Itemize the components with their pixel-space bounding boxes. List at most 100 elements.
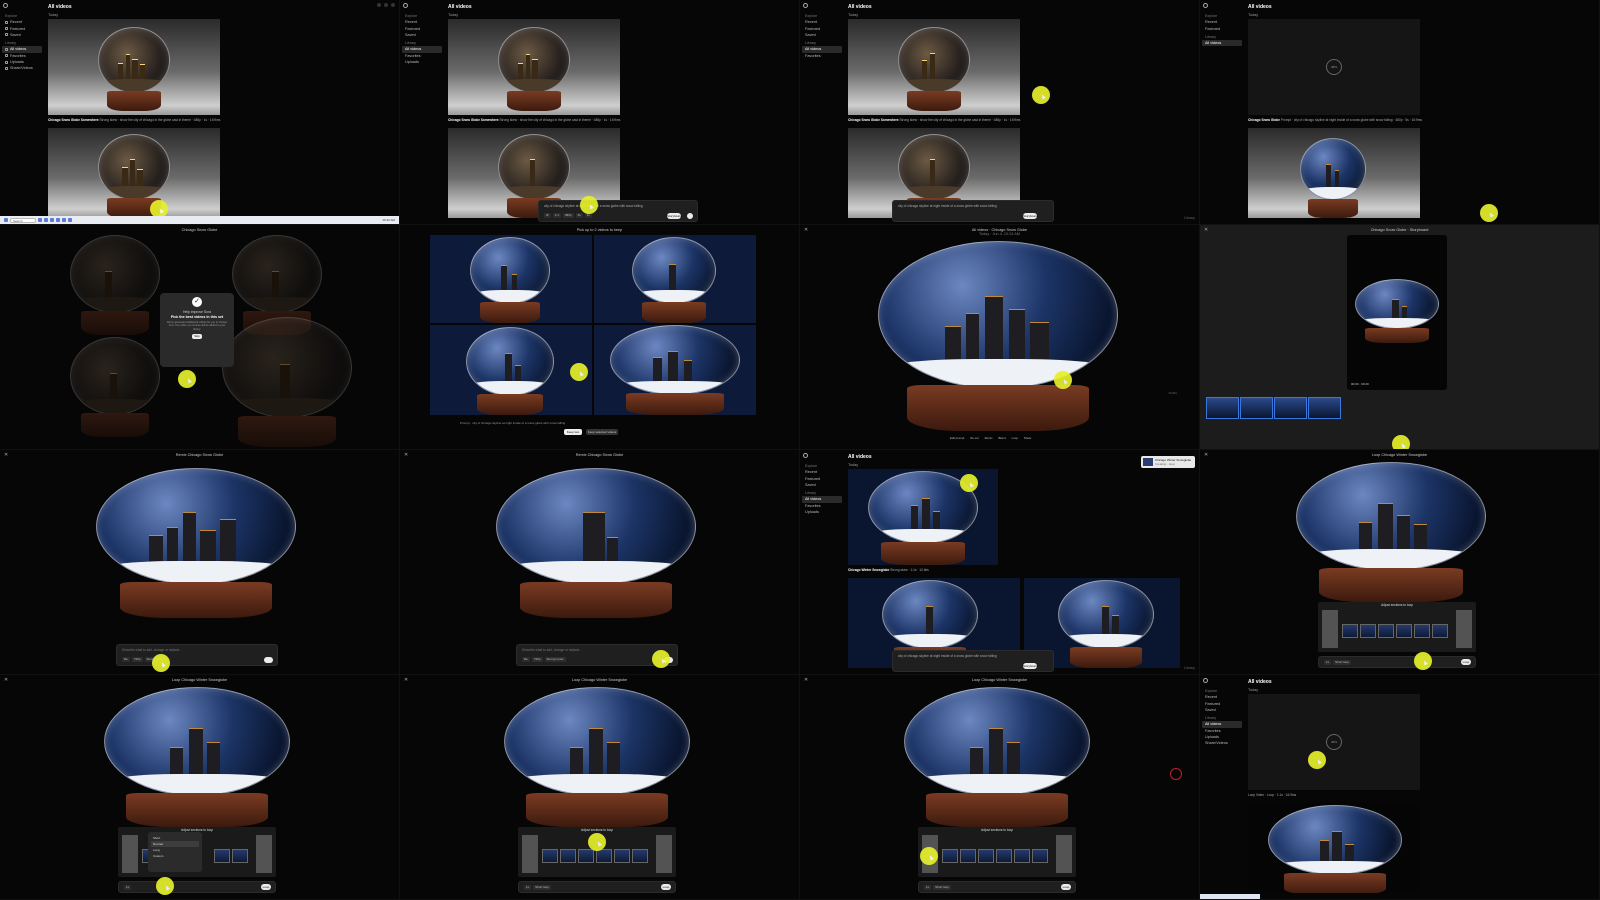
sidebar-item-featured[interactable]: Featured xyxy=(2,25,42,31)
keep-selected-button[interactable]: Keep selected videos xyxy=(586,429,618,435)
storyboard-button[interactable]: Storyboard xyxy=(1023,213,1038,219)
remix-composer[interactable]: Describe what to add, change or replace.… xyxy=(116,644,278,666)
sidebar-item-favorites[interactable]: Favorites xyxy=(802,503,842,509)
loop-end-handle[interactable] xyxy=(1456,610,1472,648)
taskbar-search[interactable]: Search xyxy=(10,217,36,223)
sidebar-item-all-videos[interactable]: All videos xyxy=(802,46,842,53)
edit-prompt-button[interactable]: Edit prompt xyxy=(950,436,964,440)
aspect-chip[interactable]: 1:1 xyxy=(552,212,561,218)
snow-globe-image[interactable] xyxy=(70,337,160,437)
send-icon[interactable] xyxy=(687,213,693,219)
sidebar-item-uploads[interactable]: Uploads xyxy=(802,509,842,515)
video-option[interactable] xyxy=(430,325,592,415)
video-thumbnail[interactable] xyxy=(48,19,220,115)
timeline-frame[interactable] xyxy=(1274,397,1307,419)
sidebar-item-featured[interactable]: Featured xyxy=(402,25,442,31)
video-thumbnail[interactable] xyxy=(48,128,220,218)
video-thumbnail[interactable] xyxy=(1248,128,1420,218)
resolution-chip[interactable]: 720p xyxy=(531,656,543,662)
loop-length-dropdown[interactable]: Short loop xyxy=(1333,659,1351,665)
video-thumbnail-generating[interactable]: 45% xyxy=(1248,694,1420,790)
resolution-chip[interactable]: 480p xyxy=(562,212,574,218)
remix-input[interactable]: Describe what to add, change or replace.… xyxy=(522,648,582,652)
sidebar-item-saved[interactable]: Saved xyxy=(402,32,442,38)
share-button[interactable]: Share xyxy=(1024,436,1031,440)
timeline[interactable] xyxy=(1206,397,1341,421)
sidebar-item-all-videos[interactable]: All videos xyxy=(2,46,42,53)
sidebar-item-share[interactable]: Share/Videos xyxy=(1202,740,1242,746)
loop-end-handle[interactable] xyxy=(256,835,272,873)
sidebar-item-favorites[interactable]: Favorites xyxy=(1202,728,1242,734)
sidebar-item-featured[interactable]: Featured xyxy=(802,475,842,481)
sidebar-item-favorites[interactable]: Favorites xyxy=(802,53,842,59)
blend-button[interactable]: Blend xyxy=(999,436,1006,440)
video-thumbnail[interactable] xyxy=(448,19,620,115)
app-icon[interactable] xyxy=(44,218,48,222)
timeline-frame[interactable] xyxy=(1240,397,1273,419)
sidebar-item-saved[interactable]: Saved xyxy=(802,32,842,38)
app-logo[interactable] xyxy=(3,3,42,8)
app-icon[interactable] xyxy=(50,218,54,222)
aspect-chip[interactable]: Re xyxy=(122,656,130,662)
settings-chip[interactable]: ⚙ xyxy=(544,212,551,218)
app-icon[interactable] xyxy=(68,218,72,222)
remix-strength-chip[interactable]: Strong remix xyxy=(544,656,566,662)
sidebar-item-all-videos[interactable]: All videos xyxy=(402,46,442,53)
loop-end-handle[interactable] xyxy=(1056,835,1072,873)
prompt-composer[interactable]: city of chicago skyline at night inside … xyxy=(538,200,698,222)
loop-submit-button[interactable]: Loop xyxy=(1061,884,1071,890)
close-icon[interactable] xyxy=(391,3,395,7)
loop-length-dropdown[interactable]: Short loop xyxy=(533,884,551,890)
maximize-icon[interactable] xyxy=(384,3,388,7)
snow-globe-image[interactable] xyxy=(70,235,160,335)
timeline-frame[interactable] xyxy=(1308,397,1341,419)
app-icon[interactable] xyxy=(56,218,60,222)
prompt-composer[interactable]: city of chicago skyline at night inside … xyxy=(892,200,1054,222)
sidebar-item-featured[interactable]: Featured xyxy=(1202,25,1242,31)
timeline-frame[interactable] xyxy=(1206,397,1239,419)
loop-start-handle[interactable] xyxy=(1322,610,1338,648)
remix-input[interactable]: Describe what to add, change or replace.… xyxy=(122,648,182,652)
sidebar-item-saved[interactable]: Saved xyxy=(802,482,842,488)
video-option[interactable] xyxy=(594,325,756,415)
sidebar-item-featured[interactable]: Featured xyxy=(1202,700,1242,706)
generation-toast[interactable]: Chicago Winter Snowglobe Creating · loop xyxy=(1141,456,1195,468)
app-icon[interactable] xyxy=(62,218,66,222)
app-icon[interactable] xyxy=(38,218,42,222)
aspect-chip[interactable]: 1x xyxy=(524,884,532,890)
sidebar-item-all-videos[interactable]: All videos xyxy=(802,496,842,503)
sidebar-item-favorites[interactable]: Favorites xyxy=(402,53,442,59)
prompt-composer[interactable]: city of chicago skyline at night inside … xyxy=(892,650,1054,672)
loop-end-handle[interactable] xyxy=(656,835,672,873)
loop-start-handle[interactable] xyxy=(522,835,538,873)
sidebar-item-share[interactable]: Share/Videos xyxy=(2,65,42,71)
prompt-input[interactable]: city of chicago skyline at night inside … xyxy=(898,654,997,658)
aspect-chip[interactable]: 1x xyxy=(924,884,932,890)
sidebar-item-featured[interactable]: Featured xyxy=(802,25,842,31)
video-option[interactable] xyxy=(594,235,756,323)
duration-chip[interactable]: 5s xyxy=(575,212,583,218)
video-thumbnail-generating[interactable]: 38% xyxy=(1248,19,1420,115)
aspect-chip[interactable]: 1x xyxy=(124,884,132,890)
video-option[interactable] xyxy=(430,235,592,323)
loop-start-handle[interactable] xyxy=(122,835,138,873)
keep-button[interactable]: Keep two xyxy=(564,429,582,435)
video-thumbnail[interactable] xyxy=(848,19,1020,115)
sidebar-item-all-videos[interactable]: All videos xyxy=(1202,721,1242,728)
minimize-icon[interactable] xyxy=(377,3,381,7)
storyboard-button[interactable]: Storyboard xyxy=(1023,663,1038,669)
send-icon[interactable] xyxy=(264,657,273,663)
storyboard-button[interactable]: Storyboard xyxy=(667,213,682,219)
loop-submit-button[interactable]: Loop xyxy=(1461,659,1471,665)
loop-submit-button[interactable]: Loop xyxy=(261,884,271,890)
snow-globe-image[interactable] xyxy=(222,317,352,447)
sidebar-item-saved[interactable]: Saved xyxy=(1202,707,1242,713)
resolution-chip[interactable]: 720p xyxy=(131,656,143,662)
vertical-preview[interactable]: 00:00 · 00:20 xyxy=(1347,235,1447,390)
sidebar-item-favorites[interactable]: Favorites xyxy=(2,53,42,59)
aspect-chip[interactable]: Re xyxy=(522,656,530,662)
prompt-input[interactable]: city of chicago skyline at night inside … xyxy=(898,204,997,208)
sidebar-item-saved[interactable]: Saved xyxy=(2,32,42,38)
dialog-skip-button[interactable]: Skip xyxy=(192,334,202,340)
loop-length-dropdown[interactable]: Short loop xyxy=(933,884,951,890)
